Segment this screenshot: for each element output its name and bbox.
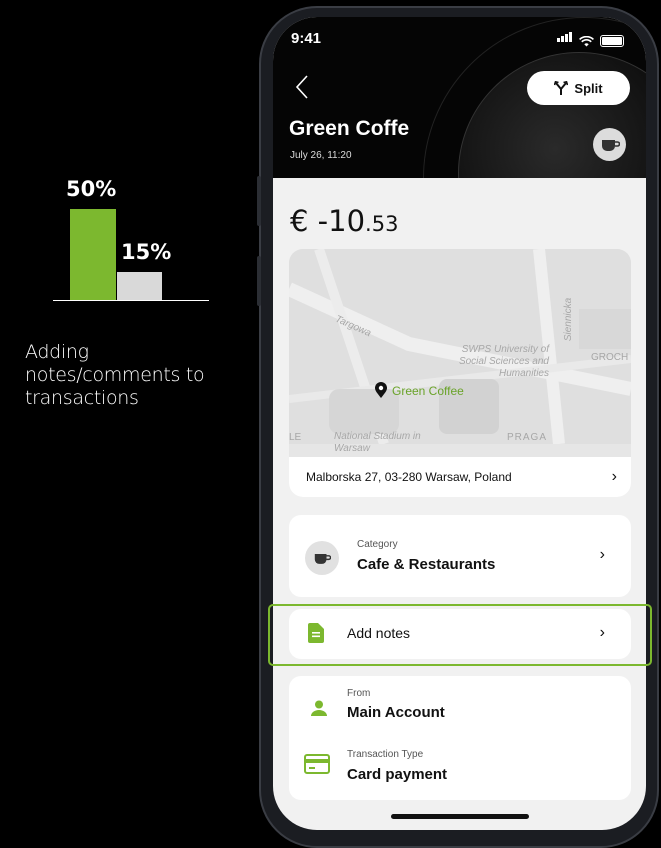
map-pin-label: Green Coffee bbox=[392, 383, 464, 398]
stats-panel: 50% 15% Adding notes/comments to transac… bbox=[0, 0, 240, 848]
wifi-icon bbox=[579, 36, 594, 47]
transaction-type-value: Card payment bbox=[347, 766, 448, 783]
coffee-cup-icon bbox=[593, 128, 626, 161]
from-label: From bbox=[347, 688, 371, 699]
bar-secondary bbox=[117, 272, 162, 301]
address-row[interactable]: Malborska 27, 03-280 Warsaw, Poland › bbox=[289, 457, 631, 497]
bar-secondary-label: 15% bbox=[121, 240, 172, 264]
user-icon bbox=[311, 700, 327, 716]
split-button[interactable]: Split bbox=[527, 71, 630, 105]
chevron-right-icon: › bbox=[611, 468, 617, 485]
chevron-left-icon[interactable] bbox=[291, 73, 315, 101]
amount-main: € -10 bbox=[290, 204, 366, 238]
bar-primary-label: 50% bbox=[66, 177, 117, 201]
category-value: Cafe & Restaurants bbox=[357, 556, 496, 573]
category-label: Category bbox=[357, 539, 398, 550]
category-row[interactable]: Category Cafe & Restaurants › bbox=[289, 515, 631, 597]
coffee-cup-icon bbox=[305, 541, 339, 575]
map-pin[interactable]: Green Coffee bbox=[374, 382, 464, 399]
map-university-label: SWPS University of Social Sciences and H… bbox=[458, 344, 549, 379]
split-label: Split bbox=[574, 80, 603, 96]
map-praga-label: PRAGA bbox=[507, 432, 548, 443]
transaction-type-label: Transaction Type bbox=[347, 749, 424, 760]
signal-icon bbox=[557, 29, 573, 47]
map-le-label: LE bbox=[289, 432, 302, 443]
map-stadium-label: National Stadium in Warsaw bbox=[334, 431, 421, 454]
map-siennicka-label: Siennicka bbox=[563, 297, 575, 342]
transaction-header: 9:41 Split Green Coffe July 26, 11:20 bbox=[273, 17, 646, 178]
from-value: Main Account bbox=[347, 704, 445, 721]
volume-down-button bbox=[257, 256, 261, 306]
status-icons bbox=[557, 29, 624, 47]
transaction-date: July 26, 11:20 bbox=[290, 150, 352, 161]
transaction-amount: € -10.53 bbox=[290, 204, 398, 238]
chevron-right-icon: › bbox=[599, 546, 605, 563]
bar-primary bbox=[70, 209, 116, 301]
status-time: 9:41 bbox=[291, 30, 322, 47]
location-map[interactable]: Targowa SWPS University of Social Scienc… bbox=[289, 249, 631, 454]
phone-screen: 9:41 Split Green Coffe July 26, 11:20 € … bbox=[273, 17, 646, 830]
map-groch-label: GROCH bbox=[591, 352, 629, 363]
location-card[interactable]: Targowa SWPS University of Social Scienc… bbox=[289, 249, 631, 497]
volume-up-button bbox=[257, 176, 261, 226]
add-notes-highlight bbox=[268, 604, 652, 666]
battery-icon bbox=[600, 35, 624, 47]
address-text: Malborska 27, 03-280 Warsaw, Poland bbox=[306, 470, 512, 484]
amount-cents: .53 bbox=[365, 212, 399, 236]
merchant-name: Green Coffe bbox=[289, 117, 410, 140]
location-pin-icon bbox=[375, 382, 387, 398]
credit-card-icon bbox=[304, 754, 330, 774]
home-indicator[interactable] bbox=[391, 814, 529, 819]
account-details-card: From Main Account Transaction Type Card … bbox=[289, 676, 631, 800]
chart-baseline bbox=[53, 300, 209, 301]
split-arrows-icon bbox=[554, 80, 569, 95]
stats-caption: Adding notes/comments to transactions bbox=[25, 341, 205, 409]
